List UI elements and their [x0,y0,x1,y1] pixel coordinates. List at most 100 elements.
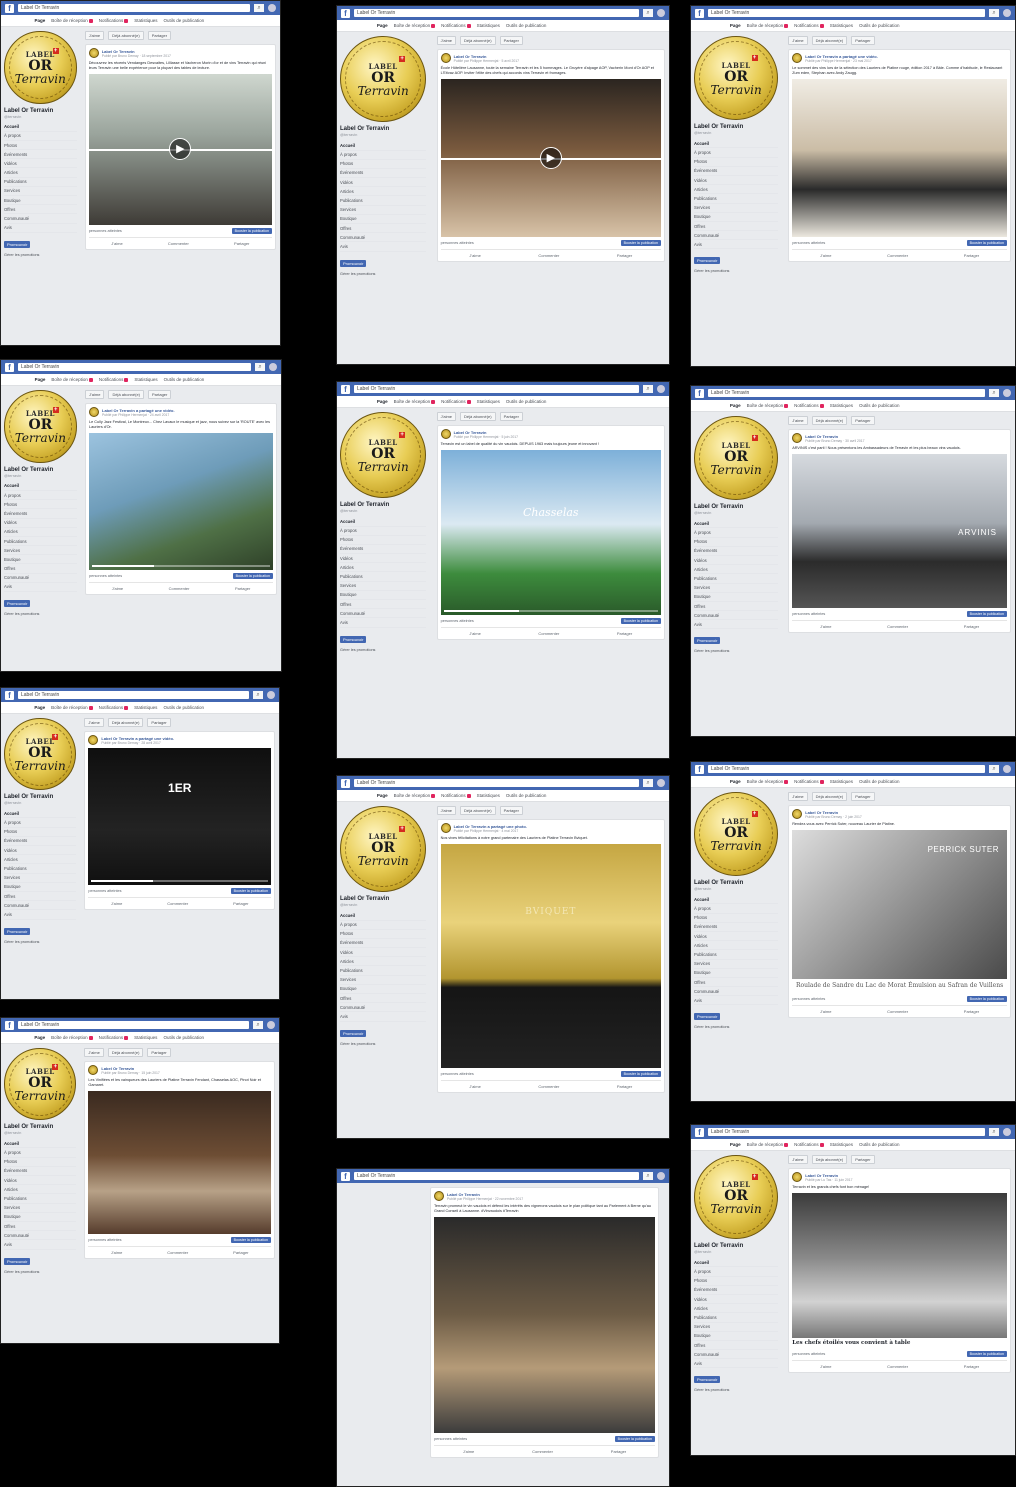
page-action-button[interactable]: J'aime [788,416,808,425]
facebook-logo-icon[interactable]: f [5,362,14,372]
page-action-button[interactable]: J'aime [436,36,457,45]
tab-0[interactable]: Page [34,705,45,710]
post-action-button[interactable]: Commenter [887,253,908,258]
facebook-logo-icon[interactable]: f [695,388,704,398]
search-input[interactable]: Label Or Terravin [354,1172,639,1180]
sidebar-item[interactable]: Accueil [694,1258,779,1268]
sidebar-item[interactable]: Articles [694,1304,779,1314]
page-action-button[interactable]: Partager [147,31,172,40]
sidebar-item[interactable]: Boutique [4,196,77,206]
sidebar-item[interactable]: Communauté [694,987,779,997]
sidebar-item[interactable]: Événements [340,939,427,949]
sidebar-item[interactable]: Événements [340,545,427,555]
post-action-button[interactable]: J'aime [469,1084,480,1089]
boost-post-button[interactable]: Booster la publication [966,1350,1007,1357]
boost-post-button[interactable]: Booster la publication [966,610,1007,617]
facebook-logo-icon[interactable]: f [341,8,350,18]
sidebar-item[interactable]: Communauté [4,214,77,224]
post-author[interactable]: Label Or Terravin a partagé une vidéo. [102,408,175,413]
boost-post-button[interactable]: Booster la publication [620,239,661,246]
facebook-logo-icon[interactable]: f [341,384,350,394]
sidebar-item[interactable]: Articles [694,185,779,195]
post-action-button[interactable]: Commenter [887,1364,908,1369]
promote-button[interactable]: Promouvoir [340,259,367,267]
sidebar-item[interactable]: Accueil [340,141,427,151]
sidebar-item[interactable]: Communauté [694,611,779,621]
tab-4[interactable]: Outils de publication [506,23,547,28]
label-or-terravin-logo[interactable]: LABEL OR Terravin + [694,1155,779,1240]
tab-2[interactable]: Notifications [99,705,129,710]
post-action-button[interactable]: Partager [964,1009,979,1014]
sidebar-item[interactable]: Événements [694,547,779,556]
sidebar-item[interactable]: Événements [694,923,779,932]
boost-post-button[interactable]: Booster la publication [230,888,271,894]
post-action-button[interactable]: Commenter [887,624,908,629]
promote-button[interactable]: Promouvoir [694,637,721,645]
sidebar-item[interactable]: Accueil [4,1139,77,1149]
promote-button[interactable]: Promouvoir [4,1257,31,1265]
boost-post-button[interactable]: Booster la publication [230,1236,271,1243]
sidebar-item[interactable]: Vidéos [4,519,77,528]
tab-1[interactable]: Boîte de réception [51,18,93,23]
tab-4[interactable]: Outils de publication [859,779,900,784]
post-action-button[interactable]: J'aime [820,1009,831,1014]
sidebar-item[interactable]: Événements [694,1286,779,1295]
sidebar-item[interactable]: Boutique [694,593,779,602]
tab-4[interactable]: Outils de publication [506,793,547,798]
tab-1[interactable]: Boîte de réception [394,793,436,798]
post-media[interactable] [792,78,1007,237]
search-input[interactable]: Label Or Terravin [708,9,985,17]
sidebar-item[interactable]: Publications [694,950,779,960]
sidebar-item[interactable]: Photos [340,160,427,169]
post-action-button[interactable]: J'aime [111,1250,122,1255]
page-action-button[interactable]: Partager [147,718,171,727]
page-action-button[interactable]: Partager [499,36,523,45]
profile-avatar[interactable] [269,363,277,371]
sidebar-item[interactable]: Communauté [4,1231,77,1241]
label-or-terravin-logo[interactable]: LABEL OR Terravin + [694,792,779,877]
tab-4[interactable]: Outils de publication [163,705,204,710]
manage-promotions-link[interactable]: Gérer les promotions [4,612,77,616]
sidebar-item[interactable]: Photos [4,500,77,510]
post-media[interactable]: ▶ [88,73,272,225]
post-action-button[interactable]: J'aime [820,1364,831,1369]
sidebar-item[interactable]: Photos [4,1158,77,1167]
facebook-logo-icon[interactable]: f [5,1020,14,1030]
post-author-avatar[interactable] [792,53,803,63]
page-action-button[interactable]: Déjà abonné(e) [811,792,848,801]
page-action-button[interactable]: Déjà abonné(e) [811,1155,848,1164]
sidebar-item[interactable]: Services [4,187,77,197]
page-action-button[interactable]: Déjà abonné(e) [811,416,848,425]
page-action-button[interactable]: Partager [851,416,875,425]
search-icon[interactable]: ⌕ [643,9,653,17]
sidebar-item[interactable]: Offres [694,1341,779,1351]
sidebar-item[interactable]: À propos [340,527,427,536]
post-author-avatar[interactable] [88,1065,99,1075]
manage-promotions-link[interactable]: Gérer les promotions [694,269,778,273]
tab-3[interactable]: Statistiques [134,705,157,710]
search-input[interactable]: Label Or Terravin [708,765,985,773]
page-action-button[interactable]: J'aime [84,718,104,727]
post-action-button[interactable]: Partager [617,253,632,258]
tab-4[interactable]: Outils de publication [859,23,900,28]
sidebar-item[interactable]: Photos [340,930,427,939]
sidebar-item[interactable]: Photos [4,141,77,151]
sidebar-item[interactable]: Communauté [4,574,77,583]
sidebar-item[interactable]: Publications [340,572,427,582]
promote-button[interactable]: Promouvoir [4,600,31,608]
page-action-button[interactable]: Partager [851,36,875,45]
page-action-button[interactable]: Déjà abonné(e) [460,412,496,421]
sidebar-item[interactable]: Offres [4,564,77,574]
sidebar-item[interactable]: Offres [694,222,779,232]
search-input[interactable]: Label Or Terravin [354,385,639,393]
sidebar-item[interactable]: À propos [694,528,779,538]
post-author-avatar[interactable] [88,48,99,58]
sidebar-item[interactable]: À propos [4,818,77,828]
tab-4[interactable]: Outils de publication [859,403,900,408]
sidebar-item[interactable]: Offres [4,1222,77,1232]
post-media[interactable]: 1ER [88,748,271,885]
facebook-logo-icon[interactable]: f [341,778,350,788]
profile-avatar[interactable] [268,4,276,12]
sidebar-item[interactable]: Événements [340,169,427,179]
search-icon[interactable]: ⌕ [989,1128,999,1136]
